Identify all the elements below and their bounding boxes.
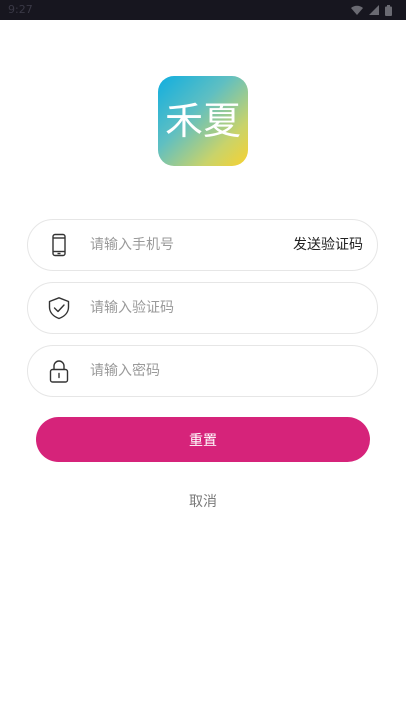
shield-check-icon [47,296,71,320]
reset-button[interactable]: 重置 [36,417,370,462]
status-bar: 9:27 [0,0,406,20]
send-code-button[interactable]: 发送验证码 [293,220,363,270]
status-icons [351,4,392,16]
app-logo-text: 禾夏 [164,99,241,143]
phone-input[interactable] [90,220,280,270]
battery-icon [385,4,392,16]
password-input[interactable] [90,346,280,396]
status-time: 9:27 [8,3,33,16]
signal-icon [369,5,379,15]
phone-icon [47,233,71,257]
code-field [27,282,378,334]
app-logo: 禾夏 [158,76,248,166]
code-input[interactable] [90,283,280,333]
password-field [27,345,378,397]
lock-icon [47,359,71,383]
phone-field: 发送验证码 [27,219,378,271]
cancel-link[interactable]: 取消 [0,492,406,512]
wifi-icon [351,5,363,15]
